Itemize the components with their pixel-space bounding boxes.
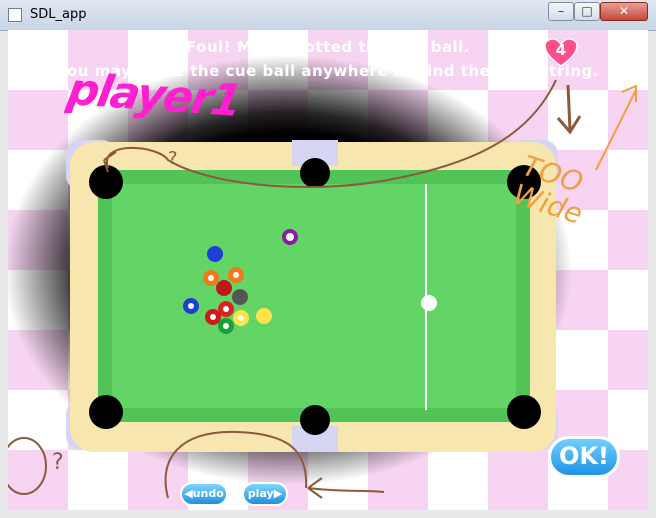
cue-ball[interactable]	[421, 295, 437, 311]
ball-1	[256, 308, 272, 324]
ball-13-dot	[233, 272, 239, 278]
ball-3-dot	[223, 306, 229, 312]
ball-8	[232, 289, 248, 305]
ball-11-dot	[210, 314, 216, 320]
table-felt[interactable]	[112, 184, 516, 408]
ball-9-dot	[238, 315, 244, 321]
maximize-button[interactable]: □	[574, 2, 600, 21]
question-mark-top: ?	[168, 148, 178, 169]
question-mark-bottom: ?	[52, 450, 64, 475]
minimize-button[interactable]: –	[548, 2, 574, 21]
ball-6-dot	[223, 323, 229, 329]
ball-5-dot	[208, 275, 214, 281]
pocket-bottom-right	[507, 395, 541, 429]
close-button[interactable]: ✕	[600, 2, 648, 21]
game-canvas[interactable]: Foul! Marin potted the cue ball. You may…	[8, 30, 648, 510]
undo-button[interactable]: ◀undo	[180, 482, 228, 506]
pocket-bottom-middle	[300, 405, 330, 435]
ball-7	[216, 280, 232, 296]
play-button[interactable]: play▶	[242, 482, 288, 506]
ok-button[interactable]: OK!	[548, 436, 620, 478]
app-icon	[8, 8, 22, 22]
ball-10-dot	[188, 303, 194, 309]
pocket-top-left	[89, 165, 123, 199]
ball-2	[207, 246, 223, 262]
pocket-top-middle	[300, 158, 330, 188]
ball-12-stripe	[286, 233, 294, 241]
pocket-bottom-left	[89, 395, 123, 429]
title-bar: SDL_app – □ ✕	[0, 0, 656, 31]
window-title: SDL_app	[30, 7, 87, 22]
